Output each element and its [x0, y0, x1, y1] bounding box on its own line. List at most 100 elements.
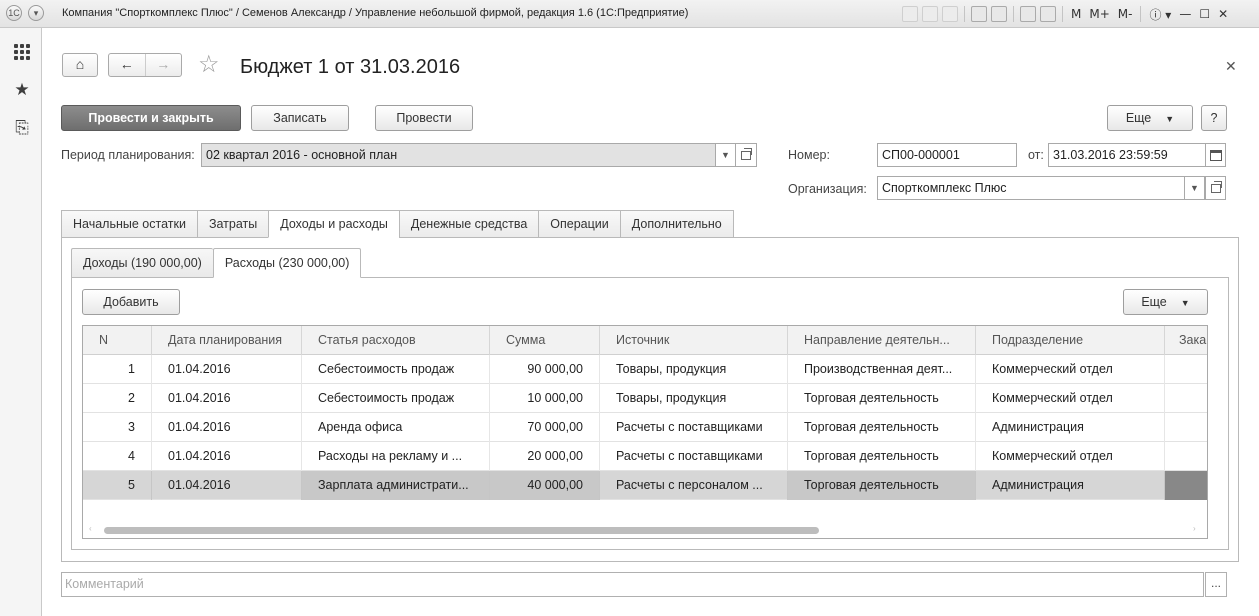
cell-order	[1165, 471, 1207, 500]
period-field[interactable]: 02 квартал 2016 - основной план ▼	[201, 143, 736, 167]
calculator-icon[interactable]	[1020, 6, 1036, 22]
date-field[interactable]: 31.03.2016 23:59:59	[1048, 143, 1206, 167]
tab-opening-balances[interactable]: Начальные остатки	[61, 210, 197, 238]
window-titlebar: 1С ▾ Компания "Спорткомплекс Плюс" / Сем…	[0, 0, 1259, 28]
column-header-department[interactable]: Подразделение	[976, 326, 1165, 355]
memory-plus-button[interactable]: M+	[1089, 7, 1109, 21]
add-button[interactable]: Добавить	[82, 289, 180, 315]
column-header-n[interactable]: N	[83, 326, 152, 355]
period-value: 02 квартал 2016 - основной план	[206, 148, 398, 162]
table-more-label: Еще	[1141, 295, 1167, 309]
column-header-amount[interactable]: Сумма	[490, 326, 600, 355]
cell-date: 01.04.2016	[152, 471, 302, 500]
preview-icon[interactable]	[942, 6, 958, 22]
number-field[interactable]: СП00-000001	[877, 143, 1017, 167]
cell-amount: 40 000,00	[490, 471, 600, 500]
organization-label: Организация:	[788, 182, 867, 196]
organization-field[interactable]: Спорткомплекс Плюс ▼	[877, 176, 1205, 200]
cell-source: Расчеты с поставщиками	[600, 442, 788, 471]
table-row-selected[interactable]: 5 01.04.2016 Зарплата администрати... 40…	[83, 471, 1207, 500]
back-arrow-icon[interactable]: ←	[109, 54, 146, 76]
favorites-star-icon[interactable]: ★	[12, 80, 32, 100]
save-button[interactable]: Записать	[251, 105, 349, 131]
print-icon[interactable]	[922, 6, 938, 22]
tab-costs[interactable]: Затраты	[196, 210, 269, 238]
organization-dropdown-icon[interactable]: ▼	[1184, 177, 1204, 199]
cell-activity: Торговая деятельность	[788, 442, 976, 471]
cell-n: 3	[83, 413, 152, 442]
cell-expense-item: Расходы на рекламу и ...	[302, 442, 490, 471]
maximize-icon[interactable]: ☐	[1199, 7, 1210, 21]
app-logo-icon[interactable]: 1С	[6, 5, 22, 21]
help-button[interactable]: ?	[1201, 105, 1227, 131]
scroll-left-icon[interactable]: ‹	[89, 524, 92, 533]
calendar-icon[interactable]	[1040, 6, 1056, 22]
window-close-icon[interactable]: ✕	[1218, 7, 1228, 21]
info-icon[interactable]: ⓘ ▾	[1149, 6, 1171, 23]
minimize-icon[interactable]: —	[1179, 7, 1191, 21]
column-header-source[interactable]: Источник	[600, 326, 788, 355]
subtab-expenses[interactable]: Расходы (230 000,00)	[212, 248, 362, 278]
cell-amount: 70 000,00	[490, 413, 600, 442]
subtab-income[interactable]: Доходы (190 000,00)	[71, 248, 213, 278]
tab-cash[interactable]: Денежные средства	[398, 210, 539, 238]
tab-additional[interactable]: Дополнительно	[619, 210, 734, 238]
calendar-icon[interactable]	[1205, 143, 1226, 167]
cell-department: Коммерческий отдел	[976, 384, 1165, 413]
comment-input[interactable]: Комментарий	[61, 572, 1204, 597]
organization-open-icon[interactable]	[1205, 176, 1226, 200]
cell-date: 01.04.2016	[152, 384, 302, 413]
toolbar-separator	[1140, 6, 1142, 22]
sections-menu-icon[interactable]	[12, 42, 32, 62]
table-row[interactable]: 4 01.04.2016 Расходы на рекламу и ... 20…	[83, 442, 1207, 471]
forward-arrow-icon[interactable]: →	[146, 54, 182, 76]
column-header-activity[interactable]: Направление деятельн...	[788, 326, 976, 355]
more-button[interactable]: Еще ▼	[1107, 105, 1193, 131]
cell-source: Товары, продукция	[600, 384, 788, 413]
history-icon[interactable]: ⎘	[12, 118, 32, 138]
expenses-table: N Дата планирования Статья расходов Сумм…	[82, 325, 1208, 539]
table-row[interactable]: 3 01.04.2016 Аренда офиса 70 000,00 Расч…	[83, 413, 1207, 442]
cell-amount: 10 000,00	[490, 384, 600, 413]
comment-expand-button[interactable]: ...	[1205, 572, 1227, 597]
cell-source: Расчеты с поставщиками	[600, 413, 788, 442]
column-header-date[interactable]: Дата планирования	[152, 326, 302, 355]
scrollbar-thumb[interactable]	[104, 527, 819, 534]
form-close-icon[interactable]: ✕	[1225, 58, 1237, 75]
period-open-icon[interactable]	[736, 143, 757, 167]
cell-n: 2	[83, 384, 152, 413]
table-more-button[interactable]: Еще ▼	[1123, 289, 1208, 315]
cell-source: Расчеты с персоналом ...	[600, 471, 788, 500]
page-title: Бюджет 1 от 31.03.2016	[240, 56, 461, 78]
column-header-order[interactable]: Зака	[1165, 326, 1207, 355]
period-dropdown-icon[interactable]: ▼	[715, 144, 735, 166]
memory-m-button[interactable]: M	[1071, 7, 1081, 21]
table-row[interactable]: 1 01.04.2016 Себестоимость продаж 90 000…	[83, 355, 1207, 384]
document-form: ⌂ ← → ☆ Бюджет 1 от 31.03.2016 ✕ Провест…	[42, 28, 1259, 616]
chevron-down-icon: ▼	[1165, 114, 1175, 124]
tab-income-expenses[interactable]: Доходы и расходы	[268, 210, 399, 238]
main-menu-icon[interactable]: ▾	[28, 5, 44, 21]
horizontal-scrollbar[interactable]: ‹ ›	[83, 522, 1207, 538]
history-icon[interactable]	[991, 6, 1007, 22]
main-tabs: Начальные остатки Затраты Доходы и расхо…	[61, 210, 734, 238]
cell-expense-item: Аренда офиса	[302, 413, 490, 442]
table-row[interactable]: 2 01.04.2016 Себестоимость продаж 10 000…	[83, 384, 1207, 413]
home-button[interactable]: ⌂	[62, 53, 98, 77]
memory-minus-button[interactable]: M-	[1118, 7, 1133, 21]
tab-operations[interactable]: Операции	[538, 210, 620, 238]
column-header-expense-item[interactable]: Статья расходов	[302, 326, 490, 355]
cell-expense-item: Себестоимость продаж	[302, 384, 490, 413]
favorite-star-icon[interactable]: ☆	[198, 52, 220, 78]
scroll-right-icon[interactable]: ›	[1193, 524, 1196, 533]
save-icon[interactable]	[902, 6, 918, 22]
cell-department: Администрация	[976, 413, 1165, 442]
cell-department: Администрация	[976, 471, 1165, 500]
post-and-close-button[interactable]: Провести и закрыть	[61, 105, 241, 131]
cell-activity: Торговая деятельность	[788, 413, 976, 442]
cell-date: 01.04.2016	[152, 355, 302, 384]
number-label: Номер:	[788, 148, 830, 162]
cell-expense-item: Зарплата администрати...	[302, 471, 490, 500]
favorite-icon[interactable]	[971, 6, 987, 22]
post-button[interactable]: Провести	[375, 105, 473, 131]
